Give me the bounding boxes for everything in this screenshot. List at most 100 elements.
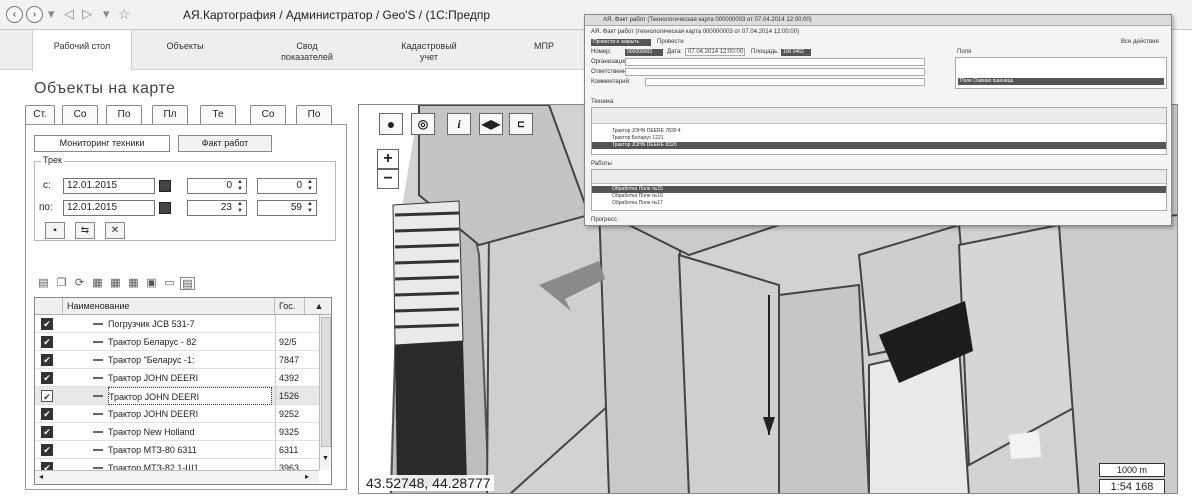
- tab-equipment-monitoring[interactable]: Мониторинг техники: [34, 135, 170, 152]
- table-row[interactable]: ✔ Погрузчик JCB 531-7: [35, 315, 319, 333]
- row-checkbox[interactable]: ✔: [41, 372, 53, 384]
- scroll-thumb[interactable]: [321, 317, 331, 447]
- tab-label: По: [307, 109, 321, 120]
- number-field[interactable]: 000000003: [625, 49, 663, 56]
- spin-arrows-icon[interactable]: ▲ ▼: [306, 201, 314, 215]
- section-desktop[interactable]: Рабочий стол: [32, 30, 132, 71]
- tab-pl[interactable]: Пл: [152, 105, 188, 125]
- work-row[interactable]: Обработка Поле №17: [592, 200, 1166, 207]
- table-row[interactable]: ✔ Трактор "Беларус -1: 7847: [35, 351, 319, 369]
- tech-table-header: [592, 108, 1166, 124]
- nav-forward-icon[interactable]: ▷: [82, 6, 92, 22]
- table-row[interactable]: ✔ Трактор JOHN DEERI 9252: [35, 405, 319, 423]
- grid-icon[interactable]: ▦: [90, 277, 105, 290]
- show-track-button[interactable]: ▪: [45, 222, 65, 239]
- refresh-icon[interactable]: ⟳: [72, 277, 87, 290]
- favorite-star-icon[interactable]: ☆: [118, 6, 131, 23]
- layers-icon[interactable]: ▤: [36, 277, 51, 290]
- work-fact-window[interactable]: АЯ. Факт работ (Технологическая карта 00…: [584, 14, 1172, 226]
- globe-icon[interactable]: ●: [379, 113, 403, 135]
- row-checkbox[interactable]: ✔: [41, 354, 53, 366]
- date-field[interactable]: 07.04.2014 12:00:00: [685, 48, 745, 56]
- measure-icon[interactable]: ⊏: [509, 113, 533, 135]
- row-plate-number: 1526: [275, 387, 319, 405]
- spin-arrows-icon[interactable]: ▲ ▼: [236, 201, 244, 215]
- save-icon[interactable]: ▣: [144, 277, 159, 290]
- grid-icon-3[interactable]: ▦: [126, 277, 141, 290]
- table-row[interactable]: ✔ Трактор Беларус - 82 92/5: [35, 333, 319, 351]
- tab-so-2[interactable]: Со: [250, 105, 286, 125]
- fields-row[interactable]: Поле Озимая пшеница: [958, 78, 1164, 85]
- forward-circle-icon[interactable]: ›: [26, 6, 43, 23]
- scroll-down-icon[interactable]: ▼: [322, 455, 329, 462]
- horizontal-scrollbar[interactable]: ◂ ▸: [35, 470, 319, 484]
- tech-row[interactable]: Трактор Беларус 1221: [592, 135, 1166, 142]
- back-circle-icon[interactable]: ‹: [6, 6, 23, 23]
- post-button[interactable]: Провести: [657, 39, 684, 46]
- tab-po-2[interactable]: По: [296, 105, 332, 125]
- nav-back-icon[interactable]: ◁: [64, 6, 74, 22]
- row-checkbox[interactable]: ✔: [41, 444, 53, 456]
- target-icon[interactable]: ◎: [411, 113, 435, 135]
- row-checkbox[interactable]: ✔: [41, 426, 53, 438]
- section-cadastre[interactable]: Кадастровый учет: [384, 30, 474, 70]
- all-actions-button[interactable]: Все действия: [1121, 39, 1159, 46]
- tab-label: Со: [73, 109, 87, 120]
- row-name: Трактор JOHN DEERI: [108, 387, 272, 405]
- section-mpr[interactable]: МПР: [518, 30, 570, 70]
- comment-field[interactable]: [645, 78, 925, 86]
- zoom-in-button[interactable]: +: [377, 149, 399, 169]
- row-checkbox[interactable]: ✔: [41, 318, 53, 330]
- post-and-close-button[interactable]: Провести и закрыть: [591, 39, 651, 46]
- responsible-field[interactable]: [625, 68, 925, 76]
- table-row[interactable]: ✔ Трактор New Holland 9325: [35, 423, 319, 441]
- area-field[interactable]: 100 0462: [781, 49, 811, 56]
- row-checkbox[interactable]: ✔: [41, 408, 53, 420]
- calendar-icon[interactable]: [159, 202, 171, 214]
- tech-row[interactable]: Трактор JOHN DEERE 7830 4: [592, 128, 1166, 135]
- row-checkbox[interactable]: ✔: [41, 336, 53, 348]
- dropdown-icon[interactable]: ▾: [48, 6, 55, 22]
- scroll-left-icon[interactable]: ◂: [39, 472, 43, 481]
- tech-row[interactable]: Трактор JOHN DEERE 8320: [592, 142, 1166, 149]
- tab-so[interactable]: Со: [62, 105, 98, 125]
- header-check: [35, 298, 63, 315]
- clear-track-button[interactable]: ✕: [105, 222, 125, 239]
- work-row[interactable]: Обработка Поле №16: [592, 193, 1166, 200]
- row-line-icon: [93, 467, 103, 469]
- tab-work-fact[interactable]: Факт работ: [178, 135, 272, 152]
- table-row[interactable]: ✔ Трактор МТЗ-80 6311 6311: [35, 441, 319, 459]
- zoom-out-button[interactable]: −: [377, 169, 399, 189]
- header-name[interactable]: Наименование: [63, 298, 275, 315]
- vertical-scrollbar[interactable]: ▼: [319, 315, 331, 470]
- refresh-track-button[interactable]: ⇆: [75, 222, 95, 239]
- subtab-label: Факт работ: [201, 138, 249, 148]
- spin-arrows-icon[interactable]: ▲ ▼: [236, 179, 244, 193]
- grid-icon-2[interactable]: ▦: [108, 277, 123, 290]
- monitor-icon[interactable]: ▭: [162, 277, 177, 290]
- table-row[interactable]: ✔ Трактор JOHN DEERI 1526: [35, 387, 319, 405]
- scroll-right-icon[interactable]: ▸: [305, 472, 309, 481]
- section-summary[interactable]: Свод показателей: [262, 30, 352, 70]
- row-line-icon: [93, 341, 103, 343]
- spin-arrows-icon[interactable]: ▲ ▼: [306, 179, 314, 193]
- copy-icon[interactable]: ❐: [54, 277, 69, 290]
- tab-te[interactable]: Те: [200, 105, 236, 125]
- info-icon[interactable]: i: [447, 113, 471, 135]
- to-date-field[interactable]: 12.01.2015: [63, 200, 155, 216]
- number-label: Номер:: [591, 49, 612, 55]
- calendar-icon[interactable]: [159, 180, 171, 192]
- row-line-icon: [93, 395, 103, 397]
- work-row[interactable]: Обработка Поле №15: [592, 186, 1166, 193]
- section-objects[interactable]: Объекты: [140, 30, 230, 70]
- list-view-icon[interactable]: ▤: [180, 277, 195, 290]
- row-checkbox[interactable]: ✔: [41, 390, 53, 402]
- table-row[interactable]: ✔ Трактор JOHN DEERI 4392: [35, 369, 319, 387]
- split-view-icon[interactable]: ◀▶: [479, 113, 503, 135]
- sort-up-icon[interactable]: ▲: [305, 298, 331, 315]
- header-num[interactable]: Гос.: [275, 298, 305, 315]
- tab-st[interactable]: Ст.: [25, 105, 55, 125]
- from-date-field[interactable]: 12.01.2015: [63, 178, 155, 194]
- nav-menu-icon[interactable]: ▾: [103, 6, 110, 22]
- organization-field[interactable]: [625, 58, 925, 66]
